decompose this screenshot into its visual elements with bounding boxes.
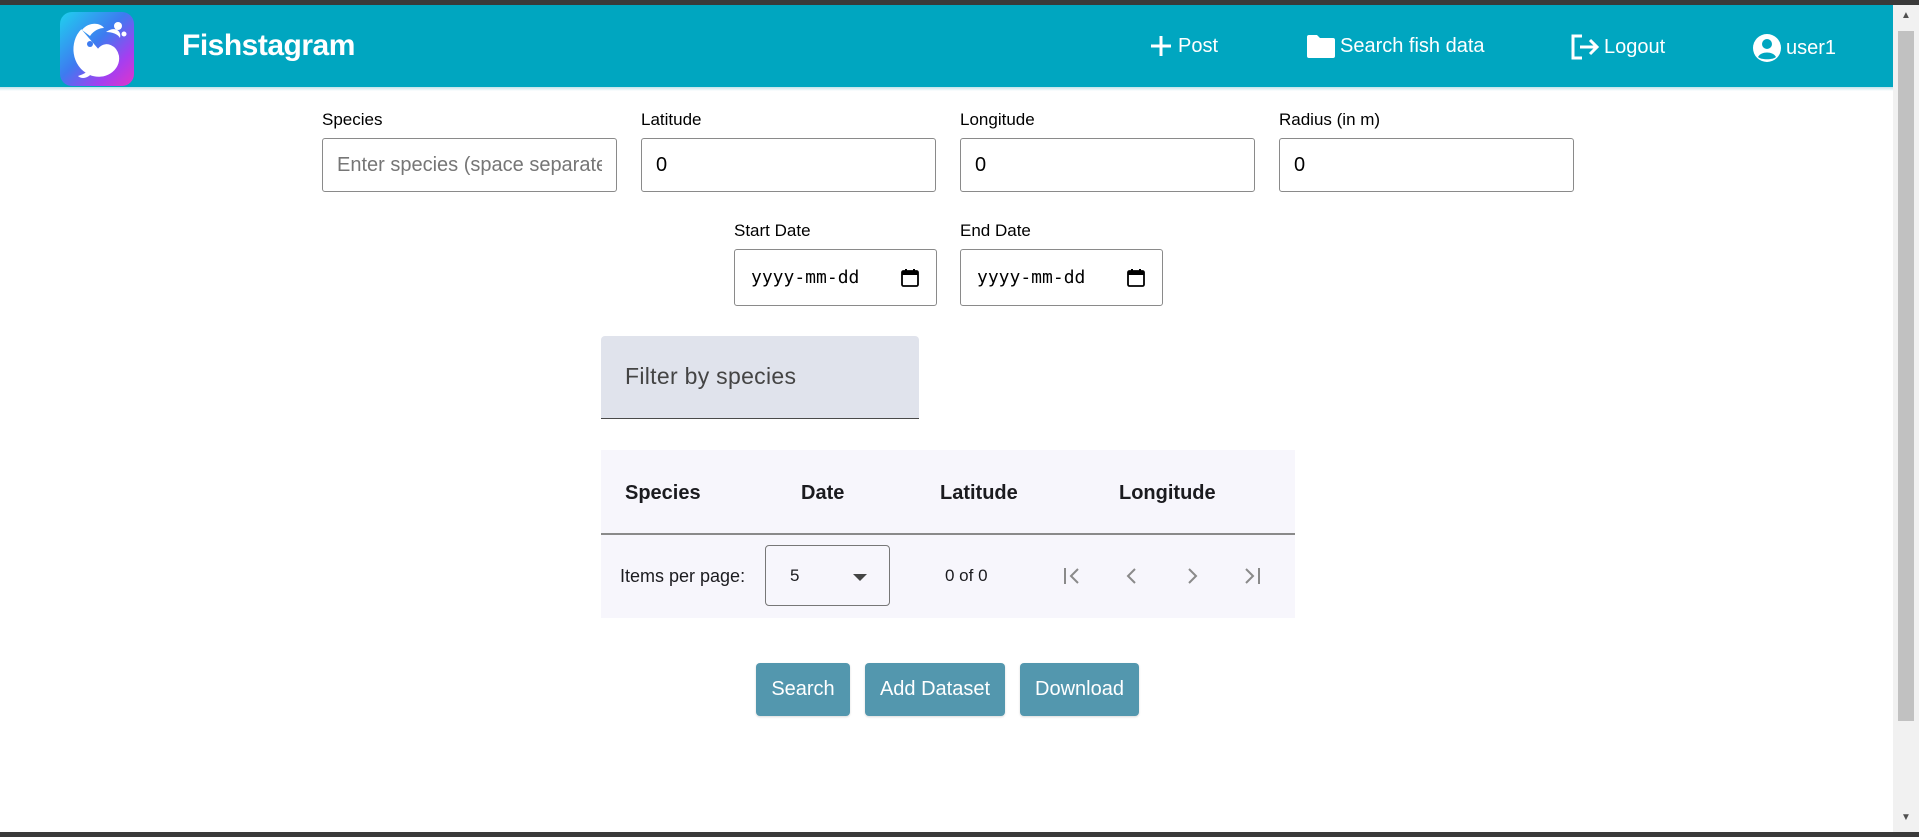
- items-per-page-label: Items per page:: [620, 566, 746, 586]
- scrollbar-thumb[interactable]: [1898, 31, 1914, 721]
- next-page-button[interactable]: [1174, 558, 1210, 594]
- nav-search-fish-data-label: Search fish data: [1340, 34, 1485, 57]
- column-header-longitude[interactable]: Longitude: [1119, 482, 1216, 505]
- calendar-icon[interactable]: [900, 268, 920, 288]
- nav-user[interactable]: user1: [1752, 33, 1836, 63]
- end-date-input[interactable]: yyyy-mm-dd: [960, 249, 1163, 306]
- nav-logout[interactable]: Logout: [1570, 33, 1665, 61]
- add-dataset-button[interactable]: Add Dataset: [865, 663, 1005, 716]
- account-circle-icon: [1753, 34, 1781, 62]
- chevron-left-icon: [1126, 568, 1136, 584]
- fishstagram-logo[interactable]: [60, 12, 134, 86]
- data-table: Species Date Latitude Longitude Items pe…: [601, 450, 1295, 618]
- filter-by-species-label: Filter by species: [625, 363, 797, 389]
- end-date-label: End Date: [960, 221, 1031, 240]
- column-header-latitude[interactable]: Latitude: [940, 482, 1018, 505]
- radius-input[interactable]: [1279, 138, 1574, 192]
- folder-icon: [1307, 35, 1335, 58]
- start-date-input[interactable]: yyyy-mm-dd: [734, 249, 937, 306]
- fish-logo-icon: [73, 22, 127, 78]
- nav-post[interactable]: Post: [1148, 33, 1218, 59]
- logout-icon: [1571, 34, 1600, 60]
- species-label: Species: [322, 110, 383, 129]
- column-header-date[interactable]: Date: [801, 482, 844, 505]
- page-range-label: 0 of 0: [945, 566, 988, 585]
- latitude-input[interactable]: [641, 138, 936, 192]
- longitude-label: Longitude: [960, 110, 1035, 129]
- end-date-placeholder: yyyy-mm-dd: [977, 267, 1086, 288]
- download-button[interactable]: Download: [1020, 663, 1139, 716]
- nav-search-fish-data[interactable]: Search fish data: [1306, 33, 1485, 59]
- nav-post-label: Post: [1178, 34, 1219, 57]
- chevron-right-icon: [1188, 568, 1198, 584]
- last-page-button[interactable]: [1234, 558, 1270, 594]
- last-page-icon: [1245, 568, 1260, 584]
- scroll-up-icon[interactable]: ▲: [1899, 9, 1913, 23]
- navbar: Fishstagram Post Search fish data Logout…: [0, 5, 1893, 87]
- first-page-icon: [1064, 568, 1079, 584]
- longitude-input[interactable]: [960, 138, 1255, 192]
- calendar-icon[interactable]: [1126, 268, 1146, 288]
- species-input[interactable]: [322, 138, 617, 192]
- radius-label: Radius (in m): [1279, 110, 1381, 129]
- vertical-scrollbar[interactable]: ▲ ▼: [1893, 5, 1919, 832]
- items-per-page-select[interactable]: 5: [765, 545, 890, 606]
- caret-down-icon: [853, 574, 867, 581]
- start-date-label: Start Date: [734, 221, 811, 240]
- nav-logout-label: Logout: [1604, 35, 1666, 58]
- scroll-down-icon[interactable]: ▼: [1899, 811, 1913, 825]
- latitude-label: Latitude: [641, 110, 702, 129]
- navbar-shadow: [0, 87, 1893, 91]
- table-header-divider: [601, 533, 1295, 535]
- start-date-placeholder: yyyy-mm-dd: [751, 267, 860, 288]
- items-per-page-value: 5: [790, 566, 800, 585]
- plus-icon: [1151, 36, 1171, 56]
- previous-page-button[interactable]: [1114, 558, 1150, 594]
- first-page-button[interactable]: [1054, 558, 1090, 594]
- nav-user-label: user1: [1786, 36, 1837, 59]
- filter-by-species-input[interactable]: Filter by species: [601, 336, 919, 419]
- search-button[interactable]: Search: [756, 663, 850, 716]
- window-bottom-border: [0, 832, 1919, 837]
- brand-title[interactable]: Fishstagram: [182, 29, 355, 63]
- column-header-species[interactable]: Species: [625, 482, 701, 505]
